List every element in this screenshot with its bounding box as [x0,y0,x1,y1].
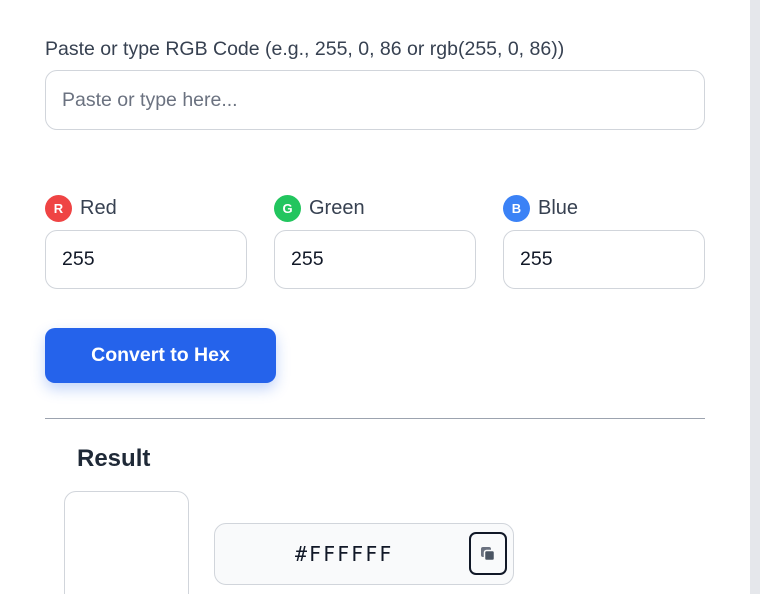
hex-value: #FFFFFF [295,542,394,566]
paste-rgb-label: Paste or type RGB Code (e.g., 255, 0, 86… [45,38,565,60]
color-preview-swatch [64,491,189,594]
green-channel-header: G Green [274,194,476,222]
blue-input[interactable] [503,230,705,289]
blue-channel: B Blue [503,194,705,289]
red-input[interactable] [45,230,247,289]
section-divider [45,418,705,419]
convert-to-hex-button[interactable]: Convert to Hex [45,328,276,383]
red-channel-header: R Red [45,194,247,222]
blue-badge-icon: B [503,194,530,222]
blue-channel-header: B Blue [503,194,705,222]
paste-rgb-input[interactable] [45,70,705,130]
green-label: Green [309,196,365,219]
result-heading: Result [77,445,151,472]
blue-label: Blue [538,196,579,219]
copy-button[interactable] [469,532,507,575]
green-input[interactable] [274,230,476,289]
rgb-to-hex-converter: Paste or type RGB Code (e.g., 255, 0, 86… [0,0,760,594]
copy-icon [481,546,496,561]
hex-output-box: #FFFFFF [214,523,514,585]
page-scrollbar[interactable] [750,0,760,594]
green-badge-icon: G [274,194,301,222]
green-channel: G Green [274,194,476,289]
red-label: Red [80,196,117,219]
red-channel: R Red [45,194,247,289]
red-badge-icon: R [45,194,72,222]
